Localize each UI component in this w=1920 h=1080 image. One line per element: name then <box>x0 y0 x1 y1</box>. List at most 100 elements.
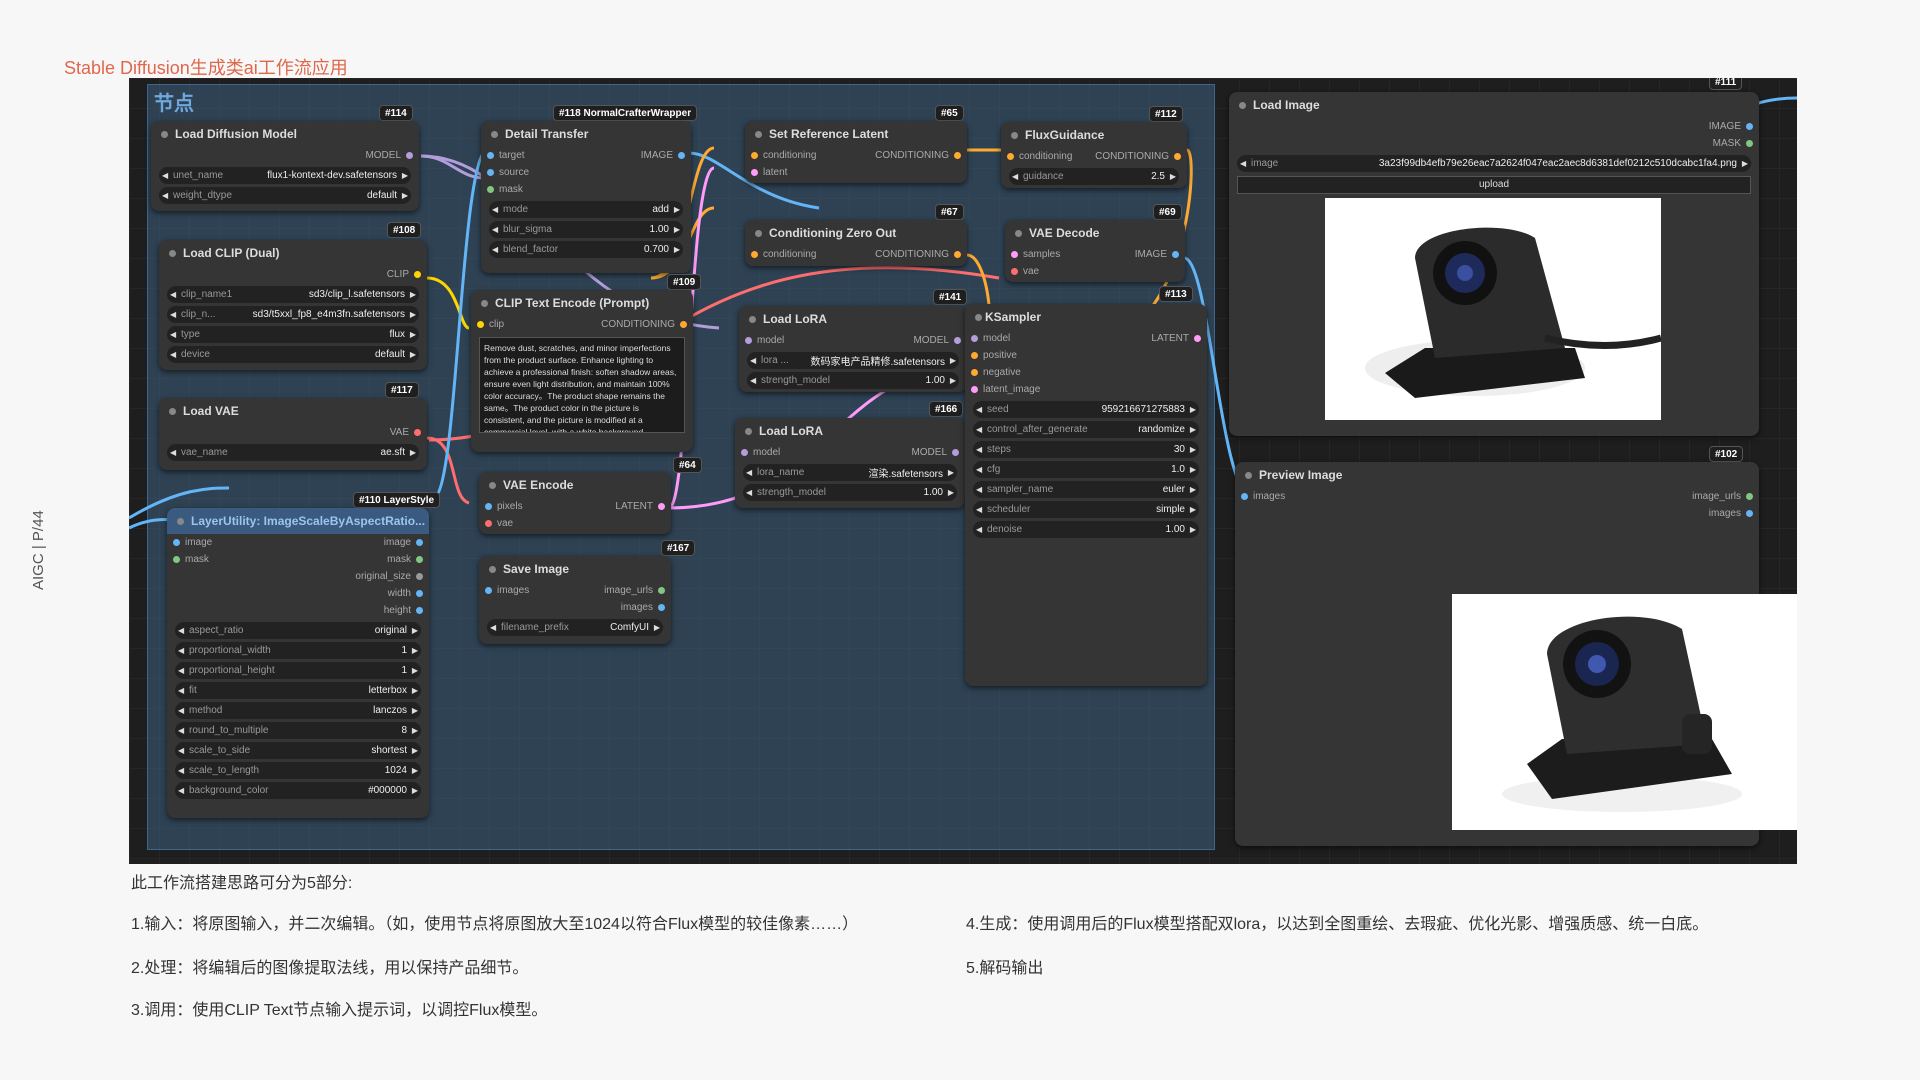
input-vae[interactable]: vae <box>484 515 513 532</box>
widget-vae-name[interactable]: vae_nameae.sft <box>167 444 419 461</box>
node-load-image[interactable]: Load Image IMAGE MASK image3a23f99db4efb… <box>1229 92 1759 436</box>
widget-proportional-height[interactable]: proportional_height1 <box>175 662 421 679</box>
node-badge: #109 <box>667 274 702 290</box>
input-images[interactable]: images <box>1240 488 1285 505</box>
output-conditioning[interactable]: CONDITIONING <box>875 147 961 164</box>
input-latent[interactable]: latent <box>750 164 787 181</box>
prompt-textarea[interactable]: Remove dust, scratches, and minor imperf… <box>479 337 685 433</box>
upload-button[interactable]: upload <box>1237 176 1751 194</box>
output-height[interactable]: height <box>384 602 424 619</box>
output-image[interactable]: IMAGE <box>1135 246 1180 263</box>
output-image[interactable]: image <box>384 534 424 551</box>
input-image[interactable]: image <box>172 534 212 551</box>
output-image-urls[interactable]: image_urls <box>604 582 665 599</box>
input-model[interactable]: model <box>970 330 1010 347</box>
widget-seed[interactable]: seed959216671275883 <box>973 401 1199 418</box>
widget-background-color[interactable]: background_color#000000 <box>175 782 421 799</box>
widget-image-file[interactable]: image3a23f99db4efb79e26eac7a2624f047eac2… <box>1237 155 1751 172</box>
input-samples[interactable]: samples <box>1010 246 1060 263</box>
node-conditioning-zero-out[interactable]: Conditioning Zero Out conditioning CONDIT… <box>745 220 967 266</box>
widget-scale-to-length[interactable]: scale_to_length1024 <box>175 762 421 779</box>
widget-lora-name[interactable]: lora_name渲染.safetensors <box>743 464 957 481</box>
node-load-diffusion-model[interactable]: Load Diffusion Model MODEL unet_nameflux… <box>151 121 419 211</box>
widget-proportional-width[interactable]: proportional_width1 <box>175 642 421 659</box>
output-images[interactable]: images <box>621 599 666 616</box>
widget-scale-to-side[interactable]: scale_to_sideshortest <box>175 742 421 759</box>
output-model[interactable]: MODEL <box>911 444 959 461</box>
output-conditioning[interactable]: CONDITIONING <box>601 316 687 333</box>
input-positive[interactable]: positive <box>971 347 1017 364</box>
input-clip[interactable]: clip <box>476 316 504 333</box>
node-clip-text-encode[interactable]: CLIP Text Encode (Prompt) clip CONDITIONI… <box>471 290 693 452</box>
input-conditioning[interactable]: conditioning <box>750 147 816 164</box>
node-vae-encode[interactable]: VAE Encode pixels LATENT vae <box>479 472 671 534</box>
widget-method[interactable]: methodlanczos <box>175 702 421 719</box>
widget-blur-sigma[interactable]: blur_sigma1.00 <box>489 221 683 238</box>
output-model[interactable]: MODEL <box>365 147 413 164</box>
input-model[interactable]: model <box>740 444 780 461</box>
input-vae[interactable]: vae <box>1010 263 1039 280</box>
node-save-image[interactable]: Save Image imagesimage_urls images filen… <box>479 556 671 644</box>
widget-aspect-ratio[interactable]: aspect_ratiooriginal <box>175 622 421 639</box>
widget-denoise[interactable]: denoise1.00 <box>973 521 1199 538</box>
output-images[interactable]: images <box>1709 505 1754 522</box>
input-model[interactable]: model <box>744 332 784 349</box>
node-set-reference-latent[interactable]: Set Reference Latent conditioning CONDITI… <box>745 121 967 183</box>
widget-round-to-multiple[interactable]: round_to_multiple8 <box>175 722 421 739</box>
node-layer-utility[interactable]: LayerUtility: ImageScaleByAspectRatio...… <box>167 508 429 818</box>
widget-lora-name[interactable]: lora ...数码家电产品精修.safetensors <box>747 352 959 369</box>
output-conditioning[interactable]: CONDITIONING <box>875 246 961 263</box>
input-target[interactable]: target <box>487 147 525 164</box>
output-mask[interactable]: mask <box>387 551 423 568</box>
output-width[interactable]: width <box>388 585 424 602</box>
input-conditioning[interactable]: conditioning <box>1006 148 1072 165</box>
output-image-urls[interactable]: image_urls <box>1692 488 1753 505</box>
node-ksampler[interactable]: KSampler model LATENT positive negative l… <box>965 304 1207 686</box>
node-badge: #69 <box>1153 204 1182 220</box>
node-load-lora-1[interactable]: Load LoRA model MODEL lora ...数码家电产品精修.sa… <box>739 306 967 392</box>
widget-blend-factor[interactable]: blend_factor0.700 <box>489 241 683 258</box>
output-clip[interactable]: CLIP <box>387 266 422 283</box>
input-conditioning[interactable]: conditioning <box>750 246 816 263</box>
output-vae[interactable]: VAE <box>390 424 422 441</box>
input-source[interactable]: source <box>486 164 529 181</box>
widget-clip-name2[interactable]: clip_n...sd3/t5xxl_fp8_e4m3fn.safetensor… <box>167 306 419 323</box>
input-mask[interactable]: mask <box>487 181 523 198</box>
widget-mode[interactable]: modeadd <box>489 201 683 218</box>
output-original-size[interactable]: original_size <box>355 568 423 585</box>
output-conditioning[interactable]: CONDITIONING <box>1095 148 1181 165</box>
output-mask[interactable]: MASK <box>1713 135 1754 152</box>
node-canvas[interactable]: 节点 #114 Load Diffusion Model MODEL ◀ une… <box>129 78 1797 864</box>
node-vae-decode[interactable]: VAE Decode samples IMAGE vae <box>1005 220 1185 282</box>
widget-strength-model[interactable]: strength_model1.00 <box>743 484 957 501</box>
widget-fit[interactable]: fitletterbox <box>175 682 421 699</box>
widget-guidance[interactable]: guidance2.5 <box>1009 168 1179 185</box>
node-load-vae[interactable]: Load VAE VAE vae_nameae.sft <box>159 398 427 470</box>
widget-filename-prefix[interactable]: filename_prefixComfyUI <box>487 619 663 636</box>
input-latent-image[interactable]: latent_image <box>970 381 1040 398</box>
output-latent[interactable]: LATENT <box>1151 330 1201 347</box>
output-image[interactable]: IMAGE <box>641 147 686 164</box>
widget-clip-name1[interactable]: clip_name1sd3/clip_l.safetensors <box>167 286 419 303</box>
output-image[interactable]: IMAGE <box>1709 118 1754 135</box>
widget-device[interactable]: devicedefault <box>167 346 419 363</box>
widget-strength-model[interactable]: strength_model1.00 <box>747 372 959 389</box>
widget-steps[interactable]: steps30 <box>973 441 1199 458</box>
widget-control-after-generate[interactable]: control_after_generaterandomize <box>973 421 1199 438</box>
node-detail-transfer[interactable]: Detail Transfer target IMAGE source mask … <box>481 121 691 273</box>
output-model[interactable]: MODEL <box>913 332 961 349</box>
node-flux-guidance[interactable]: FluxGuidance conditioning CONDITIONING gu… <box>1001 122 1187 188</box>
node-load-lora-2[interactable]: Load LoRA model MODEL lora_name渲染.safeten… <box>735 418 965 508</box>
node-load-clip-dual[interactable]: Load CLIP (Dual) CLIP clip_name1sd3/clip… <box>159 240 427 370</box>
input-mask[interactable]: mask <box>173 551 209 568</box>
input-negative[interactable]: negative <box>971 364 1021 381</box>
widget-type[interactable]: typeflux <box>167 326 419 343</box>
widget-sampler-name[interactable]: sampler_nameeuler <box>973 481 1199 498</box>
output-latent[interactable]: LATENT <box>615 498 665 515</box>
widget-scheduler[interactable]: schedulersimple <box>973 501 1199 518</box>
widget-weight-dtype[interactable]: weight_dtypedefault <box>159 187 411 204</box>
input-images[interactable]: images <box>484 582 529 599</box>
widget-cfg[interactable]: cfg1.0 <box>973 461 1199 478</box>
input-pixels[interactable]: pixels <box>485 498 523 515</box>
widget-unet-name[interactable]: unet_nameflux1-kontext-dev.safetensors <box>159 167 411 184</box>
